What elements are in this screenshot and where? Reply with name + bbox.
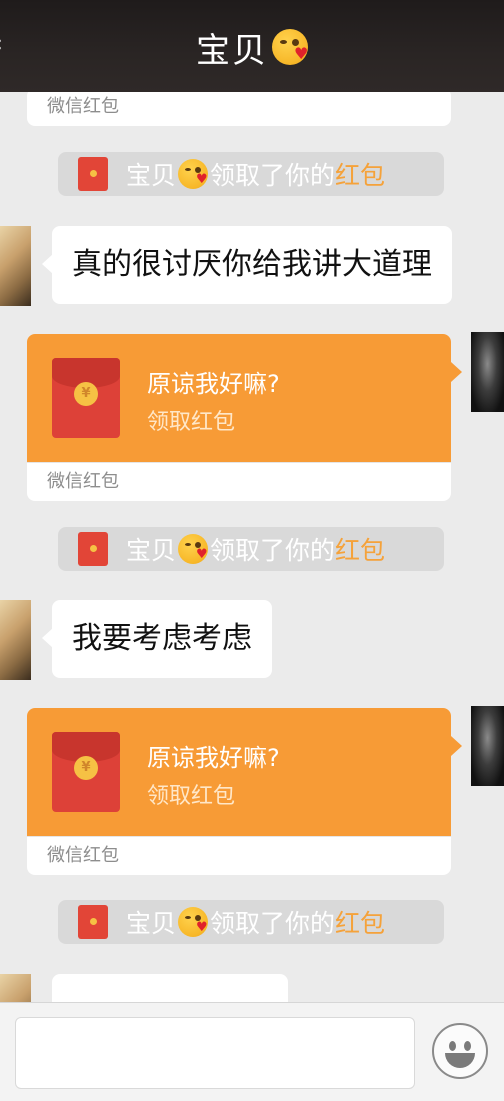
back-arrow-icon[interactable]: ‹ [0,34,8,56]
notice-highlight[interactable]: 红包 [335,156,385,192]
kissing-face-icon: ♥ [272,29,308,65]
red-packet-card[interactable]: ¥ 原谅我好嘛? 领取红包 微信红包 [27,334,451,501]
bubble-tail [451,736,462,756]
notice-highlight[interactable]: 红包 [335,531,385,567]
message-bubble[interactable]: 真的很讨厌你给我讲大道理 [52,226,452,304]
notice-name: 宝贝 [126,909,177,938]
red-packet-icon [78,905,108,939]
bubble-tail [451,362,462,382]
red-packet-subtitle: 领取红包 [147,410,236,435]
red-packet-card[interactable]: ¥ 原谅我好嘛? 领取红包 微信红包 [27,708,451,875]
contact-avatar[interactable] [0,974,31,1002]
my-avatar[interactable] [471,706,504,786]
red-envelope-icon: ¥ [52,358,120,438]
notice-action: 领取了你的 [210,161,336,190]
my-avatar[interactable] [471,332,504,412]
message-bubble[interactable] [52,974,288,1002]
red-packet-footer: 微信红包 [47,96,119,117]
smiley-face-icon[interactable] [432,1023,488,1079]
kissing-face-icon: ♥ [178,534,209,564]
red-packet-icon [78,157,108,191]
chat-title-text: 宝贝 [196,30,268,71]
red-packet-footer: 微信红包 [27,462,451,501]
notice-name: 宝贝 [126,161,177,190]
chat-header: ‹ 宝贝 ♥ [0,0,504,92]
message-bubble[interactable]: 我要考虑考虑 [52,600,272,678]
kissing-face-icon: ♥ [178,159,209,189]
red-packet-title: 原谅我好嘛? [147,744,280,772]
red-packet-subtitle: 领取红包 [147,784,236,809]
contact-avatar[interactable] [0,600,31,680]
notice-highlight[interactable]: 红包 [335,904,385,940]
system-notice: 宝贝 ♥ 领取了你的 红包 [58,152,444,196]
red-packet-title: 原谅我好嘛? [147,370,280,398]
message-list[interactable]: 微信红包 宝贝 ♥ 领取了你的 红包 真的很讨厌你给我讲大道理 ¥ 原谅我好嘛?… [0,92,504,1002]
notice-action: 领取了你的 [210,909,336,938]
red-packet-icon [78,532,108,566]
kissing-face-icon: ♥ [178,907,209,937]
red-packet-footer: 微信红包 [27,836,451,875]
contact-avatar[interactable] [0,226,31,306]
notice-name: 宝贝 [126,536,177,565]
system-notice: 宝贝 ♥ 领取了你的 红包 [58,527,444,571]
red-envelope-icon: ¥ [52,732,120,812]
message-input[interactable] [15,1017,415,1089]
system-notice: 宝贝 ♥ 领取了你的 红包 [58,900,444,944]
input-bar [0,1002,504,1101]
chat-title: 宝贝 ♥ [196,23,308,72]
red-packet-card[interactable]: 微信红包 [27,92,451,126]
notice-action: 领取了你的 [210,536,336,565]
